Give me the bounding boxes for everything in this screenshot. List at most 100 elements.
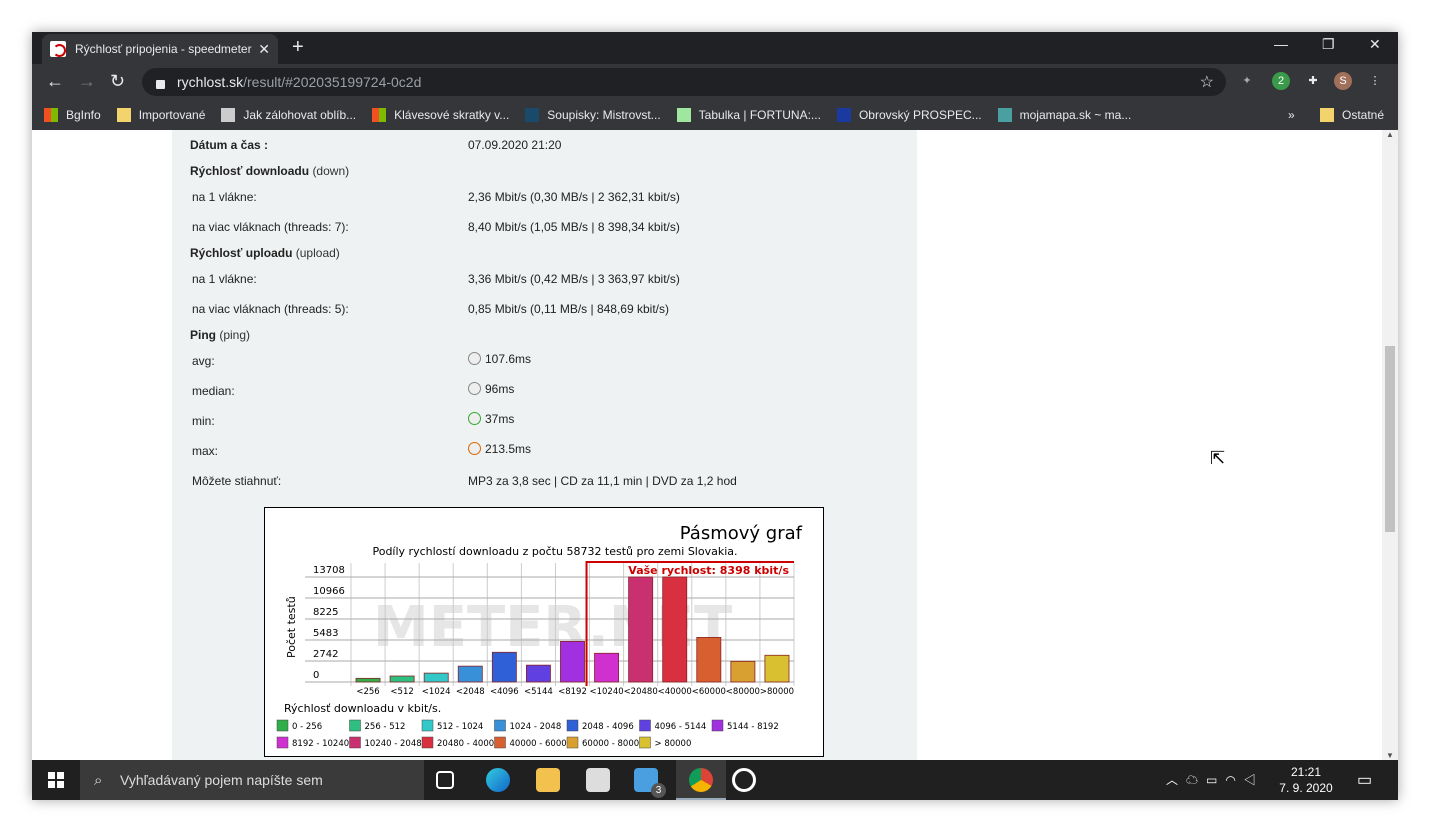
clock-date: 7. 9. 2020 xyxy=(1279,781,1333,795)
highlight-label: Vaše rychlost: 8398 kbit/s xyxy=(628,564,789,577)
y-tick-label: 2742 xyxy=(313,649,338,660)
shield-extension-icon[interactable]: 2 xyxy=(1272,72,1290,90)
back-icon[interactable]: ← xyxy=(46,71,64,92)
url-host: rychlost.sk xyxy=(177,74,244,90)
tab-title: Rýchlosť pripojenia - speedmeter xyxy=(75,42,252,56)
bookmark[interactable]: Jak zálohovat oblíb... xyxy=(221,108,356,122)
y-axis-label: Počet testů xyxy=(285,596,298,658)
heading-text: Ping xyxy=(190,328,216,342)
bar xyxy=(730,660,756,683)
bookmark[interactable]: BgInfo xyxy=(44,108,101,122)
legend-swatch xyxy=(639,719,651,732)
forward-icon[interactable]: → xyxy=(78,71,96,92)
store-icon[interactable] xyxy=(586,768,610,792)
windows-logo-icon xyxy=(372,108,387,122)
vertical-scrollbar[interactable]: ▲ ▼ xyxy=(1382,130,1398,760)
chart-svg: Pásmový grafPodíly rychlostí downloadu z… xyxy=(276,523,803,749)
tab-strip: Rýchlosť pripojenia - speedmeter ✕ + — ❐ … xyxy=(32,32,1398,64)
map-icon xyxy=(997,108,1012,122)
legend-label: 60000 - 80000 xyxy=(582,739,645,749)
legend-swatch xyxy=(711,719,724,732)
more-bookmarks-button[interactable]: » xyxy=(1288,108,1295,122)
extension-badge: 2 xyxy=(1277,75,1285,87)
upN-label: na viac vláknach (threads: 5): xyxy=(192,302,349,316)
file-explorer-icon[interactable] xyxy=(536,768,560,792)
bar xyxy=(628,576,654,683)
taskbar-search[interactable]: ⌕ Vyhľadávaný pojem napíšte sem xyxy=(80,760,424,800)
clock[interactable]: 21:21 7. 9. 2020 xyxy=(1276,764,1336,796)
app-icon[interactable] xyxy=(732,768,756,792)
extensions-puzzle-icon[interactable]: ✚ xyxy=(1304,72,1322,90)
minimize-button[interactable]: — xyxy=(1274,36,1288,52)
close-window-button[interactable]: ✕ xyxy=(1369,36,1381,53)
address-bar[interactable]: rychlost.sk/result/#202035199724-0c2d ☆ xyxy=(142,68,1226,96)
reload-icon[interactable]: ↻ xyxy=(110,71,125,92)
profile-initial: S xyxy=(1339,75,1347,87)
bookmark[interactable]: Klávesové skratky v... xyxy=(372,108,509,122)
ping-heading: Ping (ping) xyxy=(190,328,250,342)
restore-button[interactable]: ❐ xyxy=(1322,36,1335,53)
task-view-icon[interactable] xyxy=(436,771,454,789)
bookmark-label: Jak zálohovat oblíb... xyxy=(243,108,357,122)
bookmark[interactable]: Obrovský PROSPEC... xyxy=(836,108,982,122)
x-tick-label: >80000 xyxy=(760,687,794,697)
toolbar: ← → ↻ rychlost.sk/result/#202035199724-0… xyxy=(32,64,1398,100)
chart-subtitle: Podíly rychlostí downloadu z počtu 58732… xyxy=(372,545,737,558)
new-tab-button[interactable]: + xyxy=(292,36,304,59)
heading-text: Rýchlosť downloadu xyxy=(190,164,310,178)
clock-min-icon xyxy=(468,412,481,425)
chart-title: Pásmový graf xyxy=(680,523,803,544)
legend-label: 40000 - 60000 xyxy=(510,739,573,749)
bookmark[interactable]: mojamapa.sk ~ ma... xyxy=(997,108,1132,122)
fortuna-icon xyxy=(676,108,691,122)
legend-label: > 80000 xyxy=(655,739,692,749)
close-tab-icon[interactable]: ✕ xyxy=(258,41,270,58)
bookmark-star-icon[interactable]: ☆ xyxy=(1200,72,1214,92)
legend-label: 0 - 256 xyxy=(292,722,322,732)
legend-label: 5144 - 8192 xyxy=(727,722,779,732)
extension-icon[interactable]: ✦ xyxy=(1238,72,1256,90)
scrollbar-thumb[interactable] xyxy=(1385,346,1395,532)
x-tick-label: <80000 xyxy=(726,687,760,697)
x-tick-label: <2048 xyxy=(456,687,485,697)
search-placeholder: Vyhľadávaný pojem napíšte sem xyxy=(120,772,323,788)
clock-icon xyxy=(468,382,481,395)
legend-label: 512 - 1024 xyxy=(437,722,483,732)
menu-kebab-icon[interactable]: ⋮ xyxy=(1366,72,1384,90)
x-tick-label: <40000 xyxy=(658,687,692,697)
y-tick-label: 0 xyxy=(313,670,319,681)
heading-sub: (upload) xyxy=(295,246,340,260)
prospect-icon xyxy=(836,108,851,122)
tab-active[interactable]: Rýchlosť pripojenia - speedmeter ✕ xyxy=(42,34,278,64)
system-tray-icons[interactable]: ︿☁▭◠◁ xyxy=(1166,771,1264,788)
legend-swatch xyxy=(566,736,579,749)
bookmark[interactable]: Importované xyxy=(116,108,205,122)
y-tick-label: 10966 xyxy=(313,586,345,597)
profile-avatar[interactable]: S xyxy=(1334,72,1352,90)
edge-icon[interactable] xyxy=(486,768,510,792)
start-button[interactable] xyxy=(48,772,64,788)
legend-label: 256 - 512 xyxy=(365,722,406,732)
x-tick-label: <10240 xyxy=(589,687,623,697)
bookmark-label: mojamapa.sk ~ ma... xyxy=(1019,108,1132,122)
other-bookmarks[interactable]: Ostatné xyxy=(1320,108,1384,122)
y-tick-label: 8225 xyxy=(313,607,338,618)
bookmark-label: BgInfo xyxy=(66,108,101,122)
down1-label: na 1 vlákne: xyxy=(192,190,257,204)
mail-icon[interactable]: 3 xyxy=(634,768,666,798)
bookmark[interactable]: Tabulka | FORTUNA:... xyxy=(676,108,821,122)
chrome-icon xyxy=(689,768,713,792)
ping-text: 37ms xyxy=(485,412,515,426)
notifications-icon[interactable]: ▭ xyxy=(1357,770,1372,790)
x-tick-label: <60000 xyxy=(692,687,726,697)
x-tick-label: <4096 xyxy=(490,687,519,697)
bookmark-label: Tabulka | FORTUNA:... xyxy=(698,108,821,122)
download-estimate-value: MP3 za 3,8 sec | CD za 11,1 min | DVD za… xyxy=(468,474,737,488)
min-value: 37ms xyxy=(468,412,514,426)
site-favicon-icon xyxy=(50,41,66,57)
x-tick-label: <5144 xyxy=(524,687,553,697)
bookmark[interactable]: Soupisky: Mistrovst... xyxy=(525,108,661,122)
chrome-taskbar-button[interactable] xyxy=(676,760,726,800)
avg-label: avg: xyxy=(192,354,215,368)
upload-heading: Rýchlosť uploadu (upload) xyxy=(190,246,340,260)
